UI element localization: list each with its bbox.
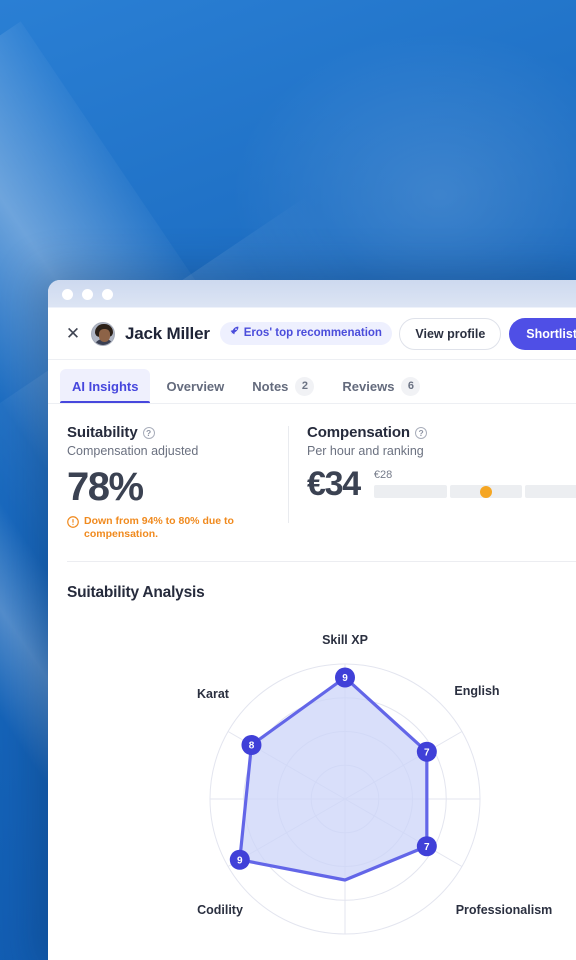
compensation-subtitle: Per hour and ranking [307,444,424,458]
compensation-track[interactable] [373,485,576,498]
compensation-range-min: €28 [373,469,393,481]
tab-label: Overview [166,378,225,394]
tab-label: AI Insights [72,378,139,394]
radar-axis-label: English [454,684,499,698]
close-icon[interactable]: ✕ [64,324,82,343]
stats-row: Suitability ? Compensation adjusted 78% … [48,404,576,541]
suitability-value: 78% [67,465,144,509]
shortlist-button[interactable]: Shortlist [509,317,576,350]
help-icon[interactable]: ? [414,426,427,439]
tab-ai-insights[interactable]: AI Insights [60,369,151,403]
radar-chart: 9 7 7 9 8 Skill XP English Professionalism Codil… [48,612,576,947]
compensation-range-labels: €28 €48 [374,469,576,481]
tab-count-badge: 2 [295,376,315,396]
radar-point[interactable]: 9 [229,849,250,870]
analysis-title: Suitability Analysis [67,584,205,601]
radar-chart-svg: 9 7 7 9 8 Skill XP English Professionalism Codil… [197,633,553,935]
profile-header: ✕ Jack Miller Eros' top recommenation Vi… [48,308,576,360]
zoom-window-button[interactable] [102,288,113,300]
tab-bar: AI Insights Overview Notes 2 Reviews 6 [48,360,576,404]
compensation-title-row: Compensation ? [307,424,576,441]
compensation-knob[interactable] [479,485,492,498]
tab-overview[interactable]: Overview [154,369,236,403]
radar-axis-label: Skill XP [322,633,368,647]
compensation-segment-1[interactable] [373,485,447,498]
radar-axis-label: Professionalism [456,903,553,917]
app-window: ✕ Jack Miller Eros' top recommenation Vi… [48,280,576,960]
page-title: Jack Miller [125,323,210,343]
avatar-face [98,328,110,342]
tab-label: Reviews [342,378,395,394]
minimize-window-button[interactable] [82,288,93,300]
radar-axis-label: Codility [197,903,243,917]
compensation-range-slider[interactable]: €28 €48 [373,469,576,501]
suitability-card: Suitability ? Compensation adjusted 78% … [48,424,288,541]
radar-point[interactable]: 8 [241,735,262,755]
suitability-title: Suitability [67,424,138,441]
radar-axis-label: Karat [197,687,230,701]
radar-area [239,677,427,880]
compensation-segment-2[interactable] [449,485,523,498]
radar-point-value: 8 [249,741,255,752]
suitability-warning: Down from 94% to 80% due to compensation… [67,515,270,541]
section-divider [67,561,576,562]
status-badge-label: Eros' top recommenation [243,327,382,339]
view-profile-button[interactable]: View profile [399,317,502,350]
radar-point-value: 7 [424,842,430,853]
radar-point[interactable]: 7 [416,741,437,762]
status-badge: Eros' top recommenation [219,322,392,345]
avatar [91,321,115,346]
tab-label: Notes [252,378,289,394]
radar-point-value: 7 [424,747,430,758]
help-icon[interactable]: ? [142,426,155,439]
window-titlebar [48,280,576,308]
compensation-card: Compensation ? Per hour and ranking €34 … [289,424,576,541]
close-window-button[interactable] [62,288,73,300]
radar-point-value: 9 [237,855,243,866]
tab-count-badge: 6 [401,376,421,396]
tab-reviews[interactable]: Reviews 6 [330,369,432,403]
suitability-title-row: Suitability ? [67,424,270,441]
compensation-value-row: €34 €28 €48 [307,467,576,501]
warning-icon [67,515,79,528]
suitability-subtitle: Compensation adjusted [67,444,199,458]
suitability-warning-text: Down from 94% to 80% due to compensation… [84,515,234,540]
radar-point-value: 9 [342,673,348,684]
tab-notes[interactable]: Notes 2 [240,369,326,403]
compensation-value: €34 [307,465,361,503]
rocket-icon [229,326,240,340]
radar-point[interactable]: 7 [416,836,437,857]
radar-point[interactable]: 9 [335,667,355,688]
compensation-segment-3[interactable] [525,485,576,498]
compensation-title: Compensation [307,424,410,441]
